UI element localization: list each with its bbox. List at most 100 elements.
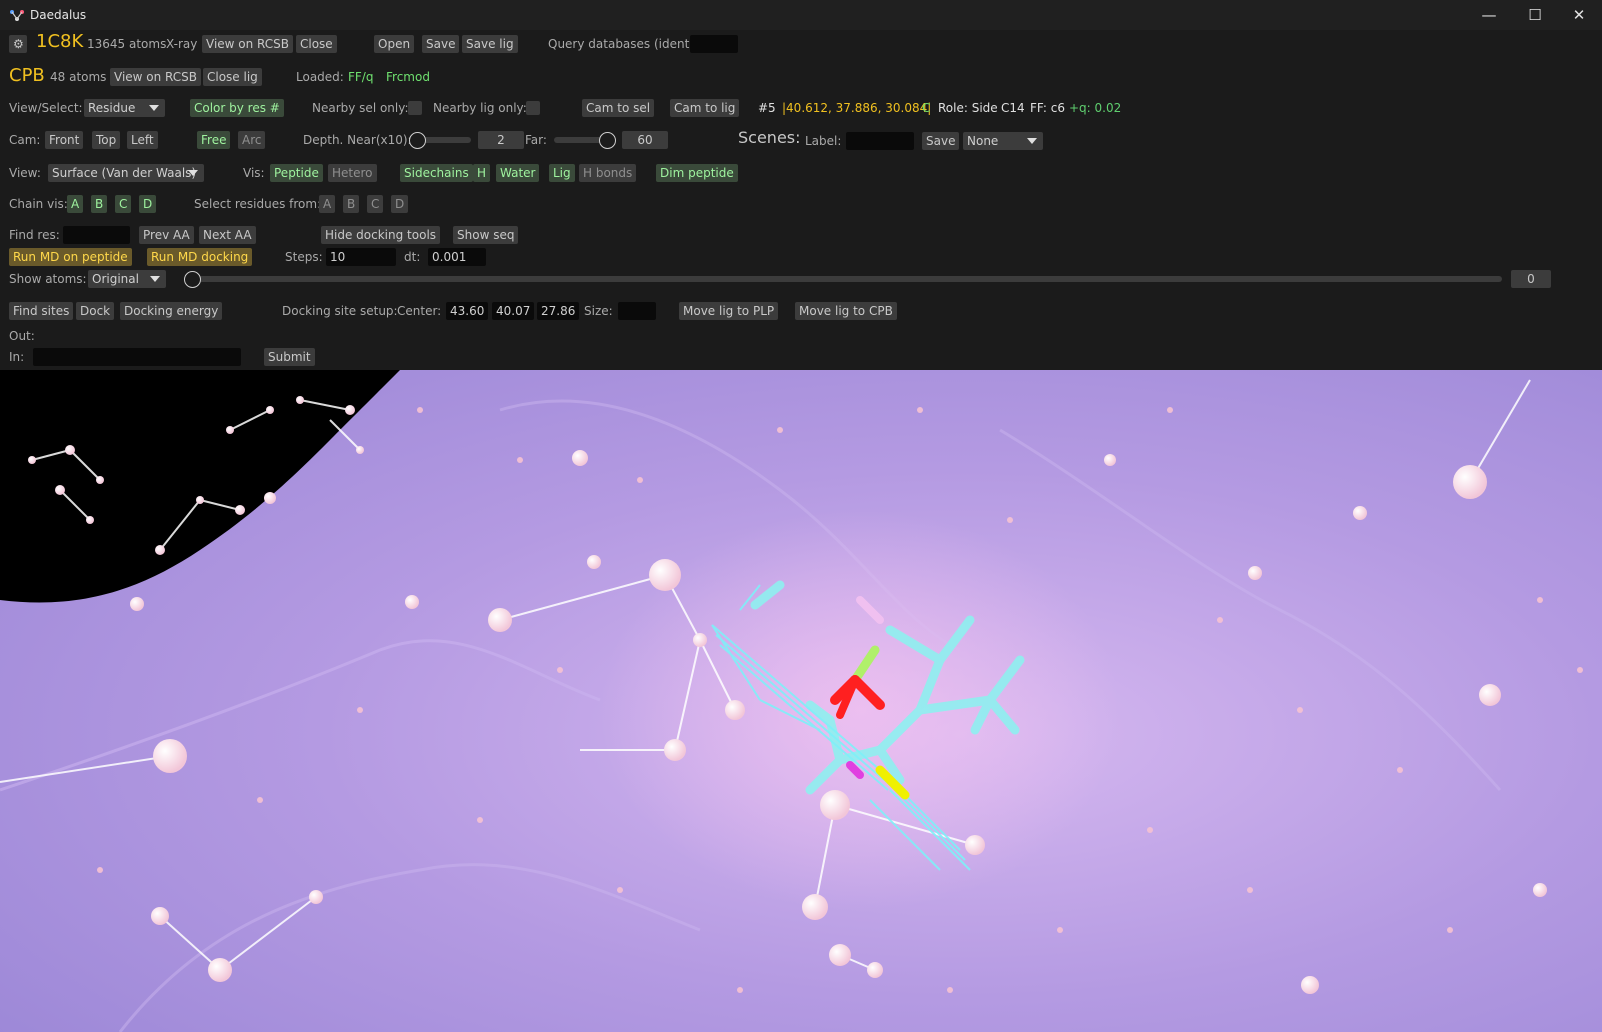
run-md-docking-button[interactable]: Run MD docking <box>147 248 253 266</box>
hide-docking-tools-button[interactable]: Hide docking tools <box>321 226 441 244</box>
view-select-label: View/Select: <box>9 101 83 115</box>
center-y-input[interactable]: 40.07 <box>492 302 534 320</box>
app-logo-icon <box>10 10 24 21</box>
vis-h-bonds-button[interactable]: H bonds <box>579 164 637 182</box>
chevron-down-icon <box>150 276 160 282</box>
depth-near-slider-handle[interactable] <box>409 132 426 149</box>
atom-frame-slider[interactable] <box>184 271 1502 288</box>
find-res-input[interactable] <box>63 226 130 244</box>
dt-input[interactable]: 0.001 <box>428 248 486 266</box>
close-lig-button[interactable]: Close lig <box>203 68 262 86</box>
chain-vis-b[interactable]: B <box>91 195 108 213</box>
vis-lig-button[interactable]: Lig <box>549 164 575 182</box>
submit-button[interactable]: Submit <box>264 348 315 366</box>
atom-frame-value[interactable]: 0 <box>1511 270 1551 288</box>
scene-save-button[interactable]: Save <box>922 132 960 150</box>
ligand-id: CPB <box>9 65 45 86</box>
find-res-label: Find res: <box>9 228 60 242</box>
depth-near-value[interactable]: 2 <box>478 131 524 149</box>
in-input[interactable] <box>33 348 241 366</box>
select-chain-c[interactable]: C <box>367 195 384 213</box>
move-lig-to-plp-button[interactable]: Move lig to PLP <box>679 302 779 320</box>
vis-h-button[interactable]: H <box>473 164 491 182</box>
dim-peptide-button[interactable]: Dim peptide <box>656 164 738 182</box>
chain-vis-label: Chain vis: <box>9 197 68 211</box>
loaded-label: Loaded: <box>296 70 344 84</box>
chain-vis-a[interactable]: A <box>67 195 84 213</box>
view-select-dropdown[interactable]: Residue <box>84 99 165 117</box>
select-chain-d[interactable]: D <box>391 195 409 213</box>
show-seq-button[interactable]: Show seq <box>453 226 519 244</box>
center-label: Center: <box>397 304 442 318</box>
show-atoms-dropdown[interactable]: Original <box>88 270 166 288</box>
scene-select-value: None <box>967 134 999 148</box>
control-panel: ⚙ 1C8K 13645 atoms X-ray View on RCSB Cl… <box>0 30 1602 370</box>
depth-near-slider[interactable] <box>409 132 471 149</box>
ligand-atom-count: 48 atoms <box>50 70 107 84</box>
move-lig-to-cpb-button[interactable]: Move lig to CPB <box>795 302 897 320</box>
size-label: Size: <box>584 304 613 318</box>
cam-to-lig-button[interactable]: Cam to lig <box>670 99 740 117</box>
protein-id: 1C8K <box>36 31 84 52</box>
atom-frame-slider-handle[interactable] <box>184 271 201 288</box>
maximize-button[interactable]: ☐ <box>1512 0 1558 30</box>
center-x-input[interactable]: 43.60 <box>446 302 488 320</box>
selection-element: C <box>922 101 931 115</box>
settings-button[interactable]: ⚙ <box>9 35 27 53</box>
minimize-button[interactable]: — <box>1466 0 1512 30</box>
cam-to-sel-button[interactable]: Cam to sel <box>582 99 655 117</box>
ligand-view-on-rcsb-button[interactable]: View on RCSB <box>110 68 202 86</box>
scenes-label: Scenes: <box>738 128 801 147</box>
save-lig-button[interactable]: Save lig <box>462 35 518 53</box>
scene-select-dropdown[interactable]: None <box>963 132 1043 150</box>
vis-peptide-button[interactable]: Peptide <box>270 164 323 182</box>
select-chain-b[interactable]: B <box>343 195 360 213</box>
view-mode-dropdown[interactable]: Surface (Van der Waals) <box>48 164 204 182</box>
size-input[interactable] <box>618 302 656 320</box>
prev-aa-button[interactable]: Prev AA <box>139 226 194 244</box>
chain-vis-d[interactable]: D <box>139 195 157 213</box>
window-title: Daedalus <box>30 8 87 22</box>
center-z-input[interactable]: 27.86 <box>537 302 579 320</box>
view-on-rcsb-button[interactable]: View on RCSB <box>202 35 294 53</box>
protein-atom-count: 13645 atoms <box>87 37 167 51</box>
nearby-sel-checkbox[interactable] <box>408 101 422 115</box>
color-by-res-button[interactable]: Color by res # <box>190 99 284 117</box>
open-button[interactable]: Open <box>374 35 415 53</box>
next-aa-button[interactable]: Next AA <box>199 226 256 244</box>
view-select-value: Residue <box>88 101 136 115</box>
scene-label-input[interactable] <box>846 132 914 150</box>
run-md-peptide-button[interactable]: Run MD on peptide <box>9 248 132 266</box>
vis-hetero-button[interactable]: Hetero <box>328 164 377 182</box>
cam-arc-button[interactable]: Arc <box>238 131 266 149</box>
vis-sidechains-button[interactable]: Sidechains <box>400 164 473 182</box>
cam-left-button[interactable]: Left <box>127 131 158 149</box>
selection-charge: +q: 0.02 <box>1069 101 1122 115</box>
nearby-lig-checkbox[interactable] <box>526 101 540 115</box>
vis-water-button[interactable]: Water <box>496 164 540 182</box>
save-button[interactable]: Save <box>422 35 460 53</box>
selection-coords: |40.612, 37.886, 30.084| <box>782 101 932 115</box>
cam-top-button[interactable]: Top <box>92 131 121 149</box>
far-label: Far: <box>525 133 547 147</box>
close-window-button[interactable]: ✕ <box>1556 0 1602 30</box>
title-bar: Daedalus — ☐ ✕ <box>0 0 1602 30</box>
find-sites-button[interactable]: Find sites <box>9 302 74 320</box>
cam-front-button[interactable]: Front <box>45 131 84 149</box>
close-button[interactable]: Close <box>296 35 337 53</box>
query-databases-input[interactable] <box>690 35 738 53</box>
chain-vis-c[interactable]: C <box>115 195 132 213</box>
dt-label: dt: <box>404 250 421 264</box>
molecule-viewport[interactable] <box>0 370 1602 1032</box>
dock-button[interactable]: Dock <box>76 302 115 320</box>
selection-atom-name: C14 <box>1001 101 1025 115</box>
cam-free-button[interactable]: Free <box>197 131 231 149</box>
far-slider-handle[interactable] <box>599 132 616 149</box>
steps-input[interactable]: 10 <box>326 248 396 266</box>
far-value[interactable]: 60 <box>622 131 668 149</box>
select-chain-a[interactable]: A <box>319 195 336 213</box>
molecule-render[interactable] <box>0 370 1602 1032</box>
far-slider[interactable] <box>554 132 616 149</box>
view-mode-value: Surface (Van der Waals) <box>52 166 197 180</box>
docking-energy-button[interactable]: Docking energy <box>120 302 223 320</box>
